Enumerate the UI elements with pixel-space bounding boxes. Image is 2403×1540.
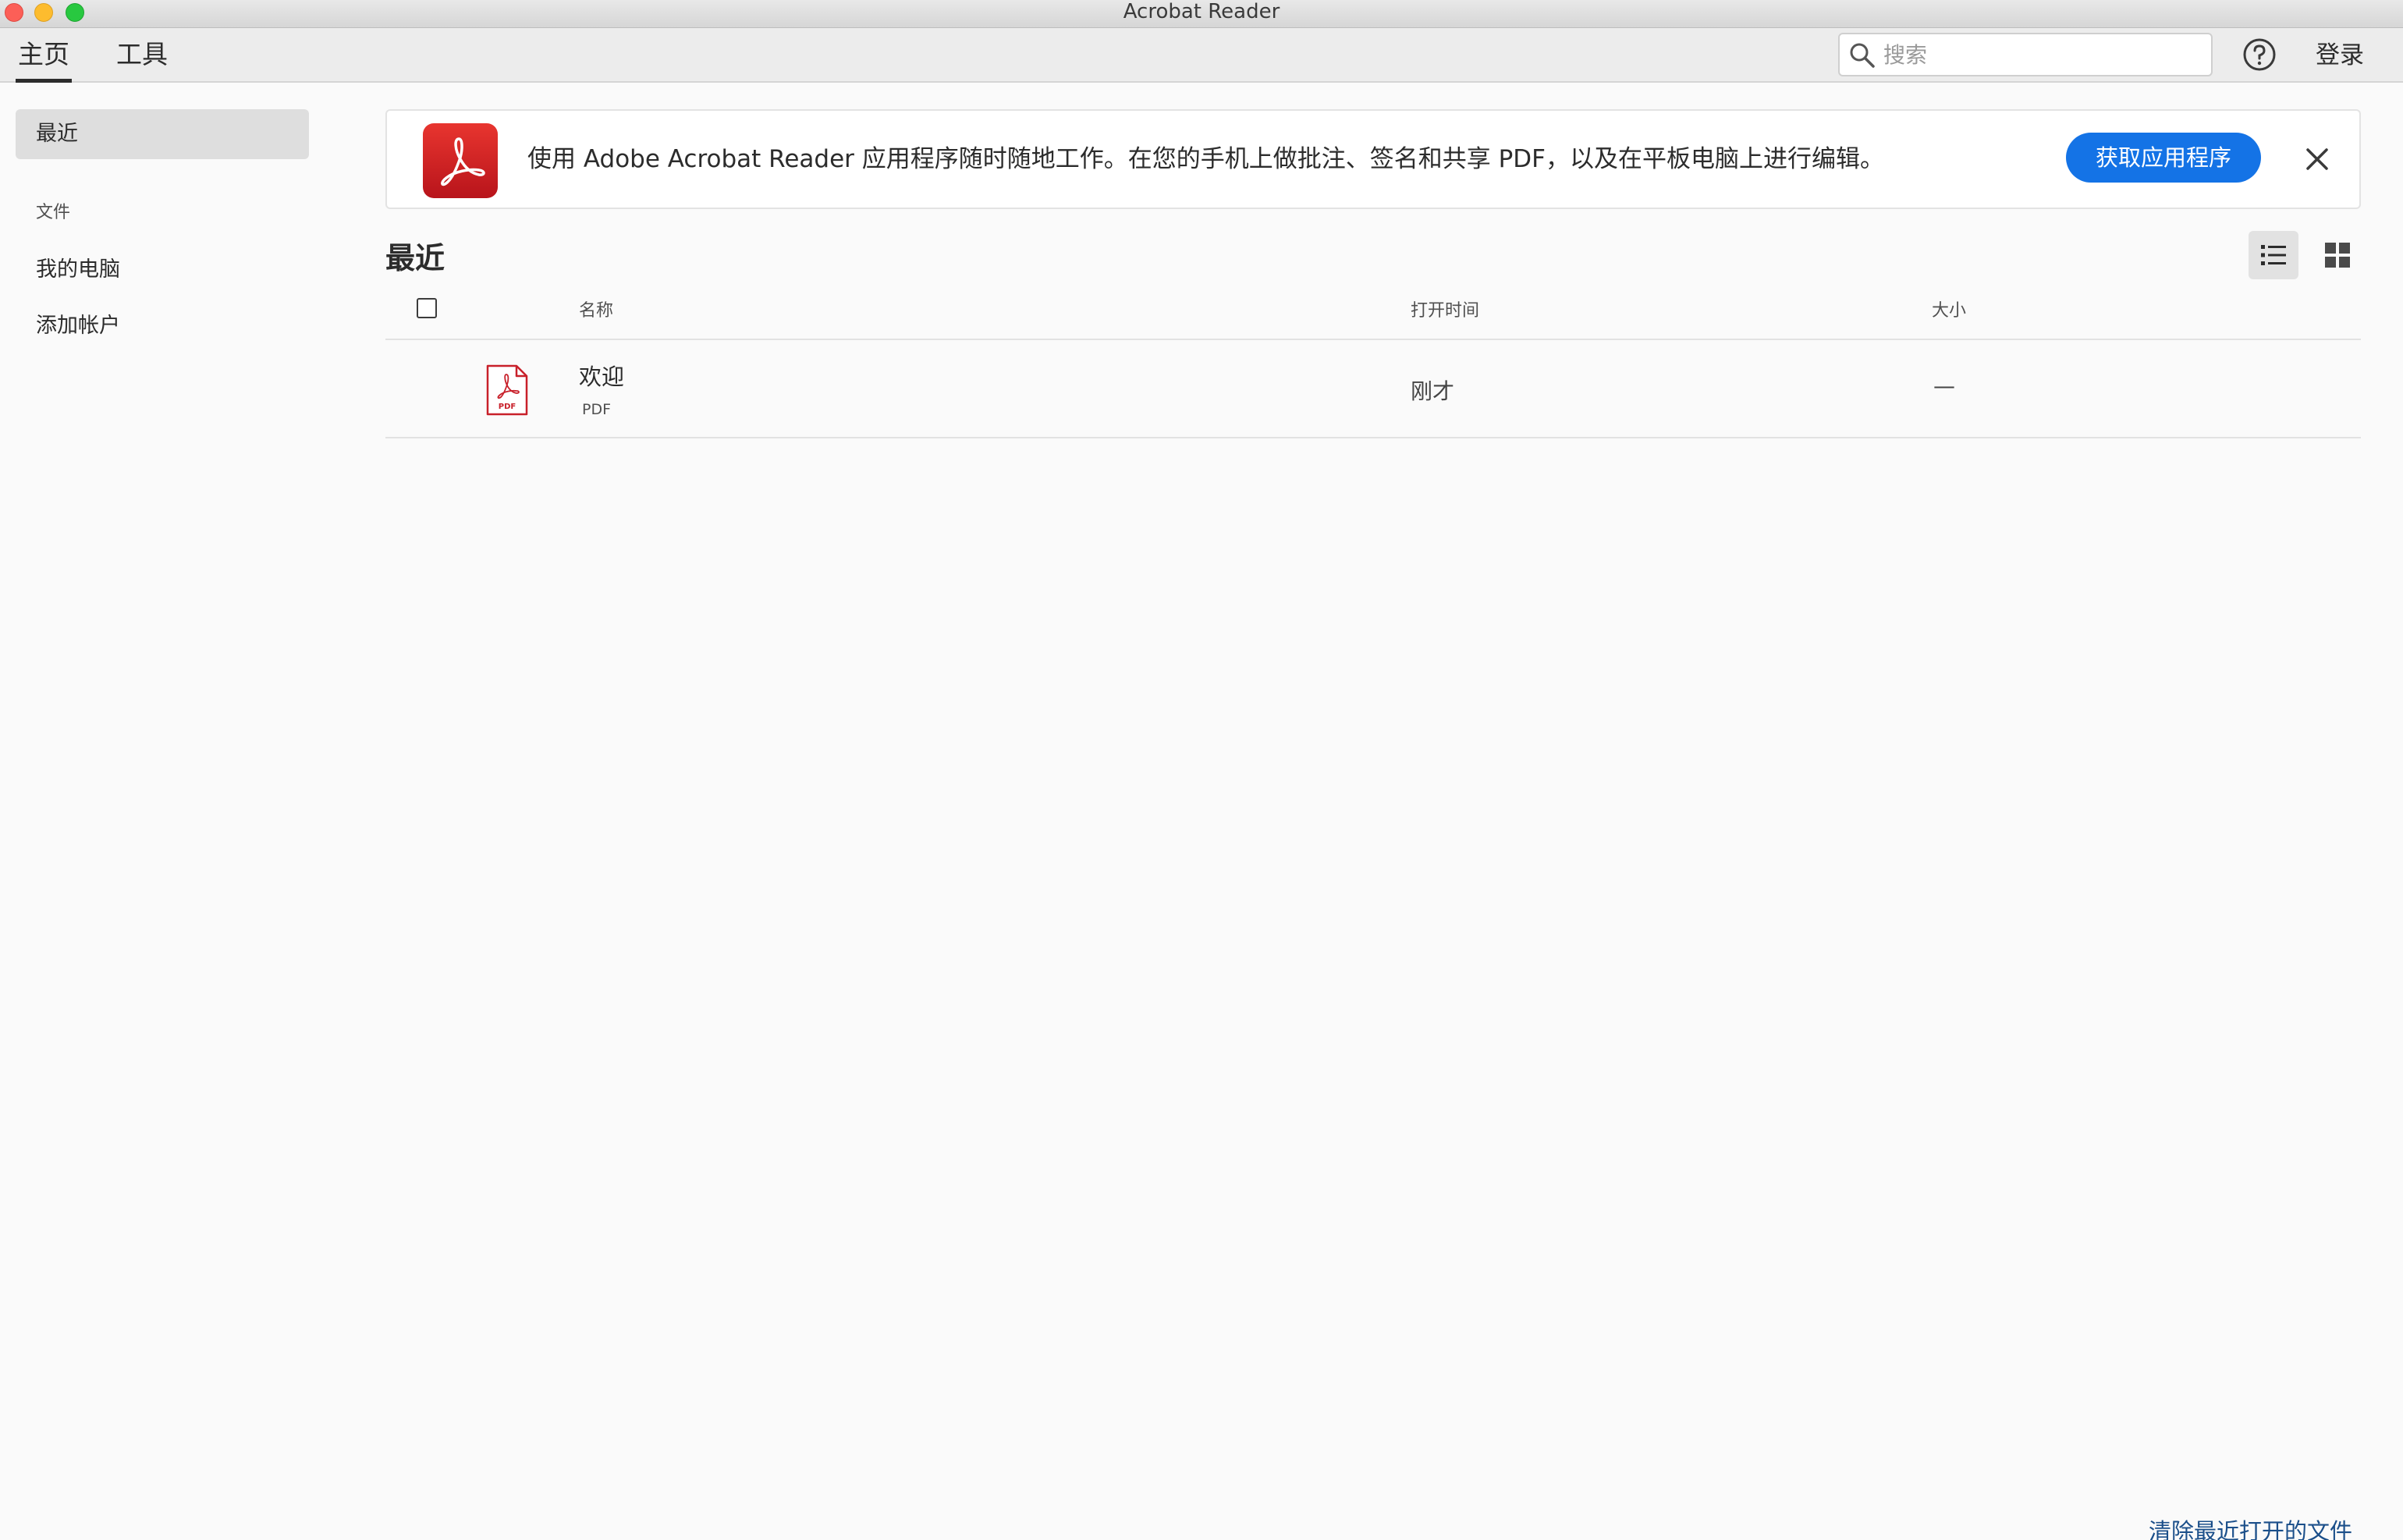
top-toolbar: 主页 工具 登录	[0, 28, 2403, 83]
list-view-button[interactable]	[2249, 231, 2298, 279]
tab-tools[interactable]: 工具	[114, 34, 170, 83]
file-type: PDF	[582, 401, 612, 418]
clear-recent-link[interactable]: 清除最近打开的文件	[2149, 1513, 2352, 1540]
column-header-opened[interactable]: 打开时间	[1411, 296, 1479, 321]
table-header: 名称 打开时间 大小	[385, 284, 2361, 340]
svg-text:PDF: PDF	[499, 403, 516, 411]
sidebar-item-my-computer[interactable]: 我的电脑	[16, 245, 309, 295]
search-box[interactable]	[1838, 33, 2213, 76]
page-title: 最近	[385, 241, 445, 275]
get-app-button[interactable]: 获取应用程序	[2066, 133, 2261, 183]
close-icon[interactable]	[2300, 142, 2334, 176]
pdf-file-icon: PDF	[486, 364, 528, 416]
tab-home[interactable]: 主页	[16, 34, 72, 83]
grid-view-button[interactable]	[2312, 231, 2362, 279]
select-all-checkbox[interactable]	[417, 298, 437, 318]
banner-message: 使用 Adobe Acrobat Reader 应用程序随时随地工作。在您的手机…	[527, 145, 1884, 173]
sidebar-item-add-account[interactable]: 添加帐户	[16, 301, 309, 351]
list-view-icon	[2261, 245, 2286, 265]
search-icon	[1850, 43, 1875, 68]
file-size: —	[1933, 373, 1955, 399]
title-bar: Acrobat Reader	[0, 0, 2403, 28]
file-name: 欢迎	[579, 364, 625, 390]
promo-banner: 使用 Adobe Acrobat Reader 应用程序随时随地工作。在您的手机…	[385, 109, 2361, 209]
sidebar-section-files: 文件	[36, 203, 71, 222]
column-header-name[interactable]: 名称	[579, 296, 613, 321]
table-row[interactable]: PDF 欢迎 PDF 刚才 —	[385, 342, 2361, 438]
grid-view-icon	[2325, 243, 2350, 268]
signin-button[interactable]: 登录	[2316, 37, 2364, 73]
sidebar-item-recent[interactable]: 最近	[16, 109, 309, 159]
search-input[interactable]	[1883, 37, 2195, 72]
column-header-size[interactable]: 大小	[1932, 296, 1966, 321]
window-title: Acrobat Reader	[1123, 0, 1280, 23]
file-opened-time: 刚才	[1411, 378, 1455, 404]
sidebar: 最近 文件 我的电脑 添加帐户	[0, 84, 328, 1540]
acrobat-logo-icon	[423, 123, 498, 198]
help-icon[interactable]	[2241, 36, 2278, 73]
